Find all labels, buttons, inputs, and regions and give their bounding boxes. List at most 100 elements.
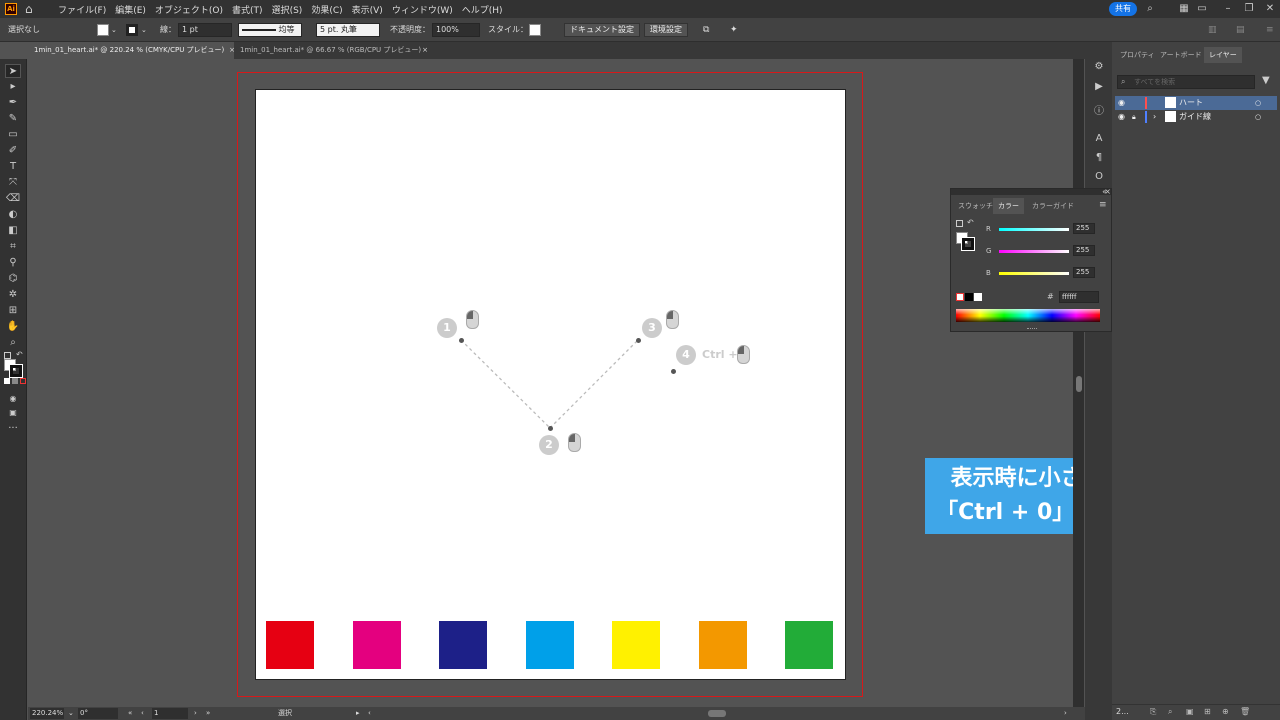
green-value-input[interactable]: 255: [1073, 245, 1095, 256]
stroke-swatch[interactable]: [126, 24, 138, 36]
yellow-swatch[interactable]: [612, 621, 660, 669]
home-icon[interactable]: ⌂: [25, 2, 39, 16]
filter-icon[interactable]: ▼: [1262, 75, 1270, 86]
panel-menu-icon[interactable]: ≡: [1099, 200, 1107, 210]
direct-selection-tool-icon[interactable]: ▸: [5, 80, 21, 94]
resize-grip-icon[interactable]: [1027, 328, 1037, 331]
navy-swatch[interactable]: [439, 621, 487, 669]
rotate-view-input[interactable]: 0°: [78, 708, 118, 719]
layer-row-heart[interactable]: ◉ ハート ○: [1115, 96, 1277, 110]
libraries-icon[interactable]: ⚙: [1092, 60, 1106, 74]
blend-tool-icon[interactable]: ⌬: [5, 272, 21, 286]
brush-definition-select[interactable]: 5 pt. 丸筆: [316, 23, 380, 37]
symbol-sprayer-tool-icon[interactable]: ✲: [5, 288, 21, 302]
tab-color-guide[interactable]: カラーガイド: [1027, 198, 1079, 214]
next-artboard-icon[interactable]: ›: [194, 708, 197, 719]
none-color-icon[interactable]: [956, 293, 964, 301]
transform-icon[interactable]: ▤: [1236, 23, 1245, 37]
swap-fill-stroke-icon[interactable]: ↶: [967, 218, 974, 227]
blue-value-input[interactable]: 255: [1073, 267, 1095, 278]
paintbrush-tool-icon[interactable]: ✐: [5, 144, 21, 158]
gradient-tool-icon[interactable]: ◧: [5, 224, 21, 238]
tab-document-1[interactable]: 1min_01_heart.ai* @ 220.24 % (CMYK/CPU プ…: [28, 42, 235, 59]
selection-tool-icon[interactable]: ➤: [5, 64, 21, 78]
rectangle-tool-icon[interactable]: ▭: [5, 128, 21, 142]
layers-search-field[interactable]: ⌕ すべてを検索: [1117, 75, 1255, 89]
info-icon[interactable]: ⓘ: [1092, 105, 1106, 119]
document-setup-button[interactable]: ドキュメント設定: [564, 23, 640, 37]
hscroll-left-icon[interactable]: ‹: [368, 708, 371, 719]
stroke-color-box[interactable]: [9, 364, 23, 378]
artboard-number-input[interactable]: 1: [152, 708, 188, 719]
panel-menu-icon[interactable]: ≡: [1266, 23, 1274, 37]
last-artboard-icon[interactable]: »: [206, 708, 210, 719]
tab-document-2[interactable]: 1min_01_heart.ai* @ 66.67 % (RGB/CPU プレビ…: [234, 42, 430, 59]
fill-dropdown-icon[interactable]: ⌄: [111, 23, 117, 37]
visibility-eye-icon[interactable]: ◉: [1118, 96, 1125, 110]
menu-select[interactable]: 選択(S): [272, 3, 303, 16]
anchor-point-3[interactable]: [636, 338, 641, 343]
vertical-scrollbar[interactable]: [1073, 59, 1084, 707]
default-colors-icon[interactable]: [4, 352, 11, 359]
tab-layers[interactable]: レイヤー: [1204, 47, 1242, 63]
expand-chevron-icon[interactable]: ›: [1153, 110, 1156, 124]
tab-close-icon[interactable]: ×: [422, 42, 428, 59]
anchor-point-4[interactable]: [671, 369, 676, 374]
new-layer-icon[interactable]: ⊕: [1222, 705, 1229, 719]
status-play-icon[interactable]: ▸: [356, 708, 360, 719]
zoom-tool-icon[interactable]: ⌕: [5, 336, 21, 350]
share-button[interactable]: 共有: [1109, 2, 1137, 16]
new-sublayer-icon[interactable]: ⊞: [1204, 705, 1211, 719]
pen-tool-icon[interactable]: ✒: [5, 96, 21, 110]
menu-window[interactable]: ウィンドウ(W): [392, 3, 453, 16]
canvas-area[interactable]: 1 2 3 4 Ctrl + 表示時に小さくて見にくい場合は 「Ctrl + 0…: [28, 59, 1073, 707]
search-icon[interactable]: ⌕: [1168, 705, 1172, 719]
mesh-tool-icon[interactable]: ⌗: [5, 240, 21, 254]
visibility-eye-icon[interactable]: ◉: [1118, 110, 1125, 124]
opacity-input[interactable]: 100%: [432, 23, 480, 37]
shape-builder-tool-icon[interactable]: ◐: [5, 208, 21, 222]
menu-object[interactable]: オブジェクト(O): [155, 3, 223, 16]
sparkle-icon[interactable]: ✦: [730, 23, 738, 37]
align-icon[interactable]: ▥: [1208, 23, 1217, 37]
hscroll-thumb[interactable]: [708, 710, 726, 717]
orange-swatch[interactable]: [699, 621, 747, 669]
clip-mask-icon[interactable]: ▣: [1186, 705, 1194, 719]
workspace-switcher-icon[interactable]: ▭: [1196, 3, 1208, 15]
zoom-input[interactable]: 220.24%: [30, 708, 64, 719]
eyedropper-tool-icon[interactable]: ⚲: [5, 256, 21, 270]
red-value-input[interactable]: 255: [1073, 223, 1095, 234]
blue-slider[interactable]: [999, 272, 1069, 275]
delete-layer-icon[interactable]: 🗑︎: [1240, 705, 1250, 719]
layer-row-guides[interactable]: ◉ 🔒︎ › ガイド線 ○: [1115, 110, 1277, 124]
swap-colors-icon[interactable]: ↶: [16, 350, 23, 359]
character-icon[interactable]: A: [1092, 132, 1106, 146]
default-fill-stroke-icon[interactable]: [956, 220, 963, 227]
menu-view[interactable]: 表示(V): [352, 3, 383, 16]
stroke-dropdown-icon[interactable]: ⌄: [141, 23, 147, 37]
arrange-documents-icon[interactable]: ▦: [1178, 3, 1190, 15]
scale-tool-icon[interactable]: ⤧: [5, 176, 21, 190]
graphic-style-swatch[interactable]: [529, 24, 541, 36]
cyan-swatch[interactable]: [526, 621, 574, 669]
green-slider[interactable]: [999, 250, 1069, 253]
stroke-weight-input[interactable]: 1 pt: [178, 23, 232, 37]
hscroll-right-icon[interactable]: ›: [1064, 708, 1067, 719]
anchor-point-1[interactable]: [459, 338, 464, 343]
prev-artboard-icon[interactable]: ‹: [141, 708, 144, 719]
tab-swatches[interactable]: スウォッチ: [953, 198, 998, 214]
arrange-icon[interactable]: ⧉: [703, 23, 709, 37]
layer-name[interactable]: ハート: [1179, 96, 1203, 110]
menu-file[interactable]: ファイル(F): [58, 3, 106, 16]
menu-help[interactable]: ヘルプ(H): [462, 3, 503, 16]
variable-width-profile-select[interactable]: 均等: [238, 23, 302, 37]
minimize-icon[interactable]: –: [1222, 3, 1234, 15]
paragraph-icon[interactable]: ¶: [1092, 151, 1106, 165]
fill-swatch[interactable]: [97, 24, 109, 36]
lock-icon[interactable]: 🔒︎: [1132, 110, 1136, 124]
tab-properties[interactable]: プロパティ: [1115, 47, 1160, 63]
search-icon[interactable]: ⌕: [1144, 3, 1156, 15]
export-icon[interactable]: ⎘: [1150, 705, 1156, 719]
target-circle-icon[interactable]: ○: [1255, 96, 1261, 110]
gradient-mode-icon[interactable]: [12, 378, 18, 384]
